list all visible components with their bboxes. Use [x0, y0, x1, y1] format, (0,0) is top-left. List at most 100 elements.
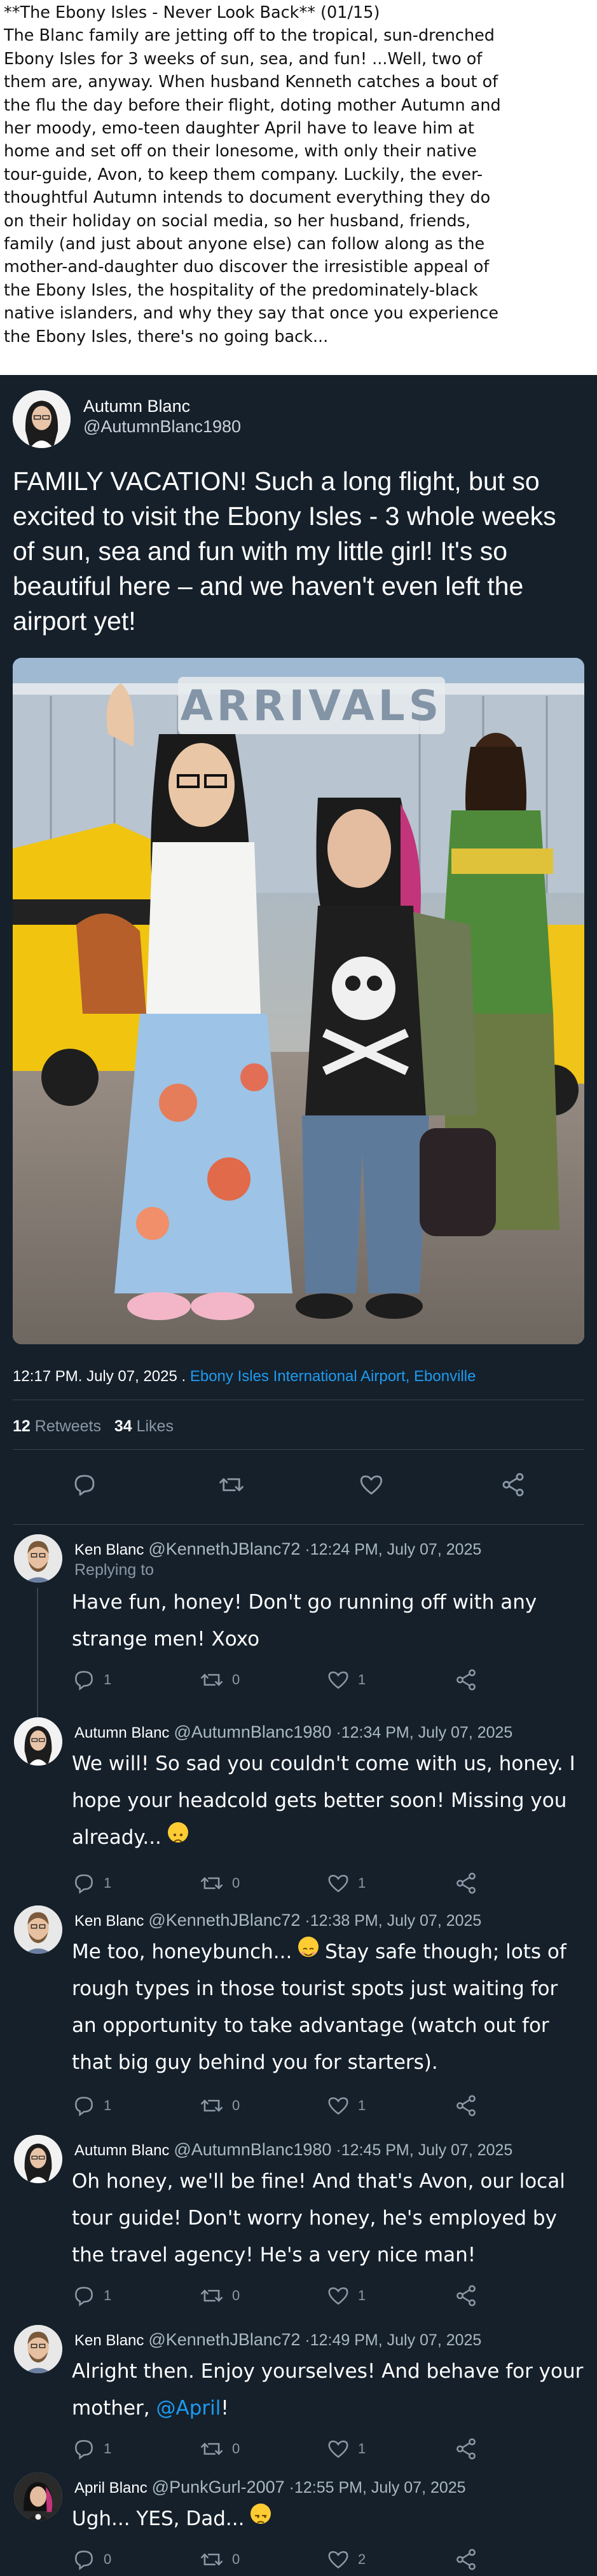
- retweet-button[interactable]: 0: [199, 1668, 240, 1692]
- like-label[interactable]: Likes: [137, 1417, 174, 1435]
- like-button[interactable]: 1: [326, 2284, 366, 2308]
- heart-icon: [328, 2287, 348, 2305]
- reply-button[interactable]: 1: [72, 1668, 111, 1692]
- reply-time[interactable]: ·12:55 PM, July 07, 2025: [289, 2479, 466, 2497]
- reply-tweet[interactable]: Ken Blanc @KennethJBlanc72 ·12:49 PM, Ju…: [0, 2325, 597, 2477]
- reply-time[interactable]: ·12:24 PM, July 07, 2025: [305, 1541, 481, 1558]
- unamused-face-emoji: [250, 2504, 271, 2524]
- like-count[interactable]: 34: [114, 1417, 132, 1435]
- reply-author-handle[interactable]: @PunkGurl-2007: [152, 2477, 285, 2497]
- april-avatar[interactable]: [14, 2472, 62, 2521]
- retweet-button[interactable]: 0: [199, 2094, 240, 2118]
- reply-author-handle[interactable]: @KennethJBlanc72: [148, 1539, 300, 1558]
- reply-button[interactable]: [71, 1471, 98, 1498]
- share-button[interactable]: [454, 2547, 478, 2572]
- retweet-button[interactable]: [217, 1471, 246, 1498]
- reply-button[interactable]: 1: [72, 2437, 111, 2461]
- share-icon: [502, 1473, 524, 1497]
- retweet-button[interactable]: 0: [199, 2437, 240, 2461]
- reply-author-name[interactable]: Autumn Blanc: [74, 1724, 169, 1741]
- reply-author-handle[interactable]: @AutumnBlanc1980: [174, 1722, 331, 1741]
- reply-author-handle[interactable]: @KennethJBlanc72: [148, 2330, 300, 2349]
- retweet-icon: [200, 2289, 223, 2302]
- tweet-actions: [0, 1471, 597, 1503]
- share-icon: [456, 1872, 476, 1894]
- retweet-count: 0: [232, 1672, 240, 1687]
- reply-time[interactable]: ·12:49 PM, July 07, 2025: [305, 2331, 481, 2349]
- thread-line: [37, 1588, 38, 1728]
- like-button[interactable]: [358, 1471, 385, 1498]
- like-button[interactable]: 1: [326, 1668, 366, 1692]
- reply-text: Alright then. Enjoy yourselves! And beha…: [72, 2353, 587, 2427]
- mention-link[interactable]: @April: [156, 2397, 221, 2420]
- reply-tweet[interactable]: Autumn Blanc @AutumnBlanc1980 ·12:34 PM,…: [0, 1717, 597, 1908]
- retweet-label[interactable]: Retweets: [35, 1417, 101, 1435]
- share-button[interactable]: [500, 1471, 526, 1498]
- share-icon: [456, 2438, 476, 2460]
- like-count: 1: [358, 2097, 366, 2113]
- replying-to: Replying to: [74, 1561, 154, 1579]
- retweet-button[interactable]: 0: [199, 2547, 240, 2572]
- tweet-location[interactable]: Ebony Isles International Airport, Ebonv…: [190, 1368, 476, 1385]
- reply-button[interactable]: 0: [72, 2547, 111, 2572]
- reply-author-name[interactable]: April Blanc: [74, 2479, 148, 2497]
- reply-header: Autumn Blanc @AutumnBlanc1980 ·12:34 PM,…: [74, 1722, 512, 1742]
- reply-count: 1: [104, 2441, 112, 2457]
- reply-tweet[interactable]: Ken Blanc @KennethJBlanc72 ·12:24 PM, Ju…: [0, 1534, 597, 1728]
- reply-count: 1: [104, 2097, 112, 2113]
- author-name[interactable]: Autumn Blanc: [83, 397, 190, 416]
- reply-author-handle[interactable]: @KennethJBlanc72: [148, 1911, 300, 1930]
- tweet-time[interactable]: 12:17 PM. July 07, 2025 .: [13, 1368, 186, 1385]
- reply-tweet[interactable]: Autumn Blanc @AutumnBlanc1980 ·12:45 PM,…: [0, 2135, 597, 2326]
- autumn-avatar[interactable]: [14, 2135, 62, 2183]
- reply-time[interactable]: ·12:38 PM, July 07, 2025: [305, 1912, 481, 1930]
- share-button[interactable]: [454, 2437, 478, 2461]
- like-button[interactable]: 1: [326, 1871, 366, 1895]
- reply-tweet[interactable]: Ken Blanc @KennethJBlanc72 ·12:38 PM, Ju…: [0, 1905, 597, 2134]
- reply-button[interactable]: 1: [72, 2284, 111, 2308]
- reply-time[interactable]: ·12:45 PM, July 07, 2025: [336, 2141, 512, 2159]
- reply-text-before: Me too, honeybunch...: [72, 1940, 292, 1963]
- reply-author-handle[interactable]: @AutumnBlanc1980: [174, 2140, 331, 2159]
- retweet-button[interactable]: 0: [199, 2284, 240, 2308]
- reply-text: Oh honey, we'll be fine! And that's Avon…: [72, 2170, 565, 2266]
- retweet-count: 0: [232, 2551, 240, 2567]
- author-avatar[interactable]: [13, 390, 71, 448]
- share-button[interactable]: [454, 1668, 478, 1692]
- reply-author-name[interactable]: Ken Blanc: [74, 1912, 144, 1930]
- tweet-photo[interactable]: ARRIVALS: [13, 658, 584, 1344]
- author-handle[interactable]: @AutumnBlanc1980: [83, 417, 241, 437]
- reply-button[interactable]: 1: [72, 1871, 111, 1895]
- retweet-icon: [219, 1478, 244, 1492]
- reply-actions: 1 0 1: [0, 2094, 597, 2125]
- heart-icon: [328, 2097, 348, 2115]
- ken-avatar[interactable]: [14, 1534, 62, 1583]
- reply-actions: 1 0 1: [0, 1871, 597, 1903]
- like-button[interactable]: 1: [326, 2094, 366, 2118]
- reply-header: Ken Blanc @KennethJBlanc72 ·12:38 PM, Ju…: [74, 1911, 481, 1930]
- like-button[interactable]: 1: [326, 2437, 366, 2461]
- reply-author-name[interactable]: Ken Blanc: [74, 2332, 144, 2349]
- reply-author-name[interactable]: Autumn Blanc: [74, 2142, 169, 2159]
- reply-time[interactable]: ·12:34 PM, July 07, 2025: [336, 1724, 512, 1741]
- ken-avatar[interactable]: [14, 2325, 62, 2373]
- share-button[interactable]: [454, 2284, 478, 2308]
- reply-text: Ugh... YES, Dad...: [72, 2500, 587, 2537]
- reply-actions: 0 0 2: [0, 2547, 597, 2576]
- divider: [13, 1449, 584, 1450]
- heart-icon: [328, 2551, 348, 2569]
- share-button[interactable]: [454, 2094, 478, 2118]
- ken-avatar[interactable]: [14, 1905, 62, 1954]
- reply-button[interactable]: 1: [72, 2094, 111, 2118]
- share-button[interactable]: [454, 1871, 478, 1895]
- reply-tweet[interactable]: April Blanc @PunkGurl-2007 ·12:55 PM, Ju…: [0, 2472, 597, 2574]
- reply-author-name[interactable]: Ken Blanc: [74, 1541, 144, 1558]
- tweet-stats: 12 Retweets 34 Likes: [13, 1417, 174, 1436]
- reply-header: Ken Blanc @KennethJBlanc72 ·12:24 PM, Ju…: [74, 1539, 481, 1559]
- autumn-avatar[interactable]: [14, 1717, 62, 1766]
- story-intro: **The Ebony Isles - Never Look Back** (0…: [0, 0, 597, 375]
- story-intro-text: **The Ebony Isles - Never Look Back** (0…: [4, 3, 501, 346]
- retweet-count[interactable]: 12: [13, 1417, 31, 1435]
- retweet-button[interactable]: 0: [199, 1871, 240, 1895]
- like-button[interactable]: 2: [326, 2547, 366, 2572]
